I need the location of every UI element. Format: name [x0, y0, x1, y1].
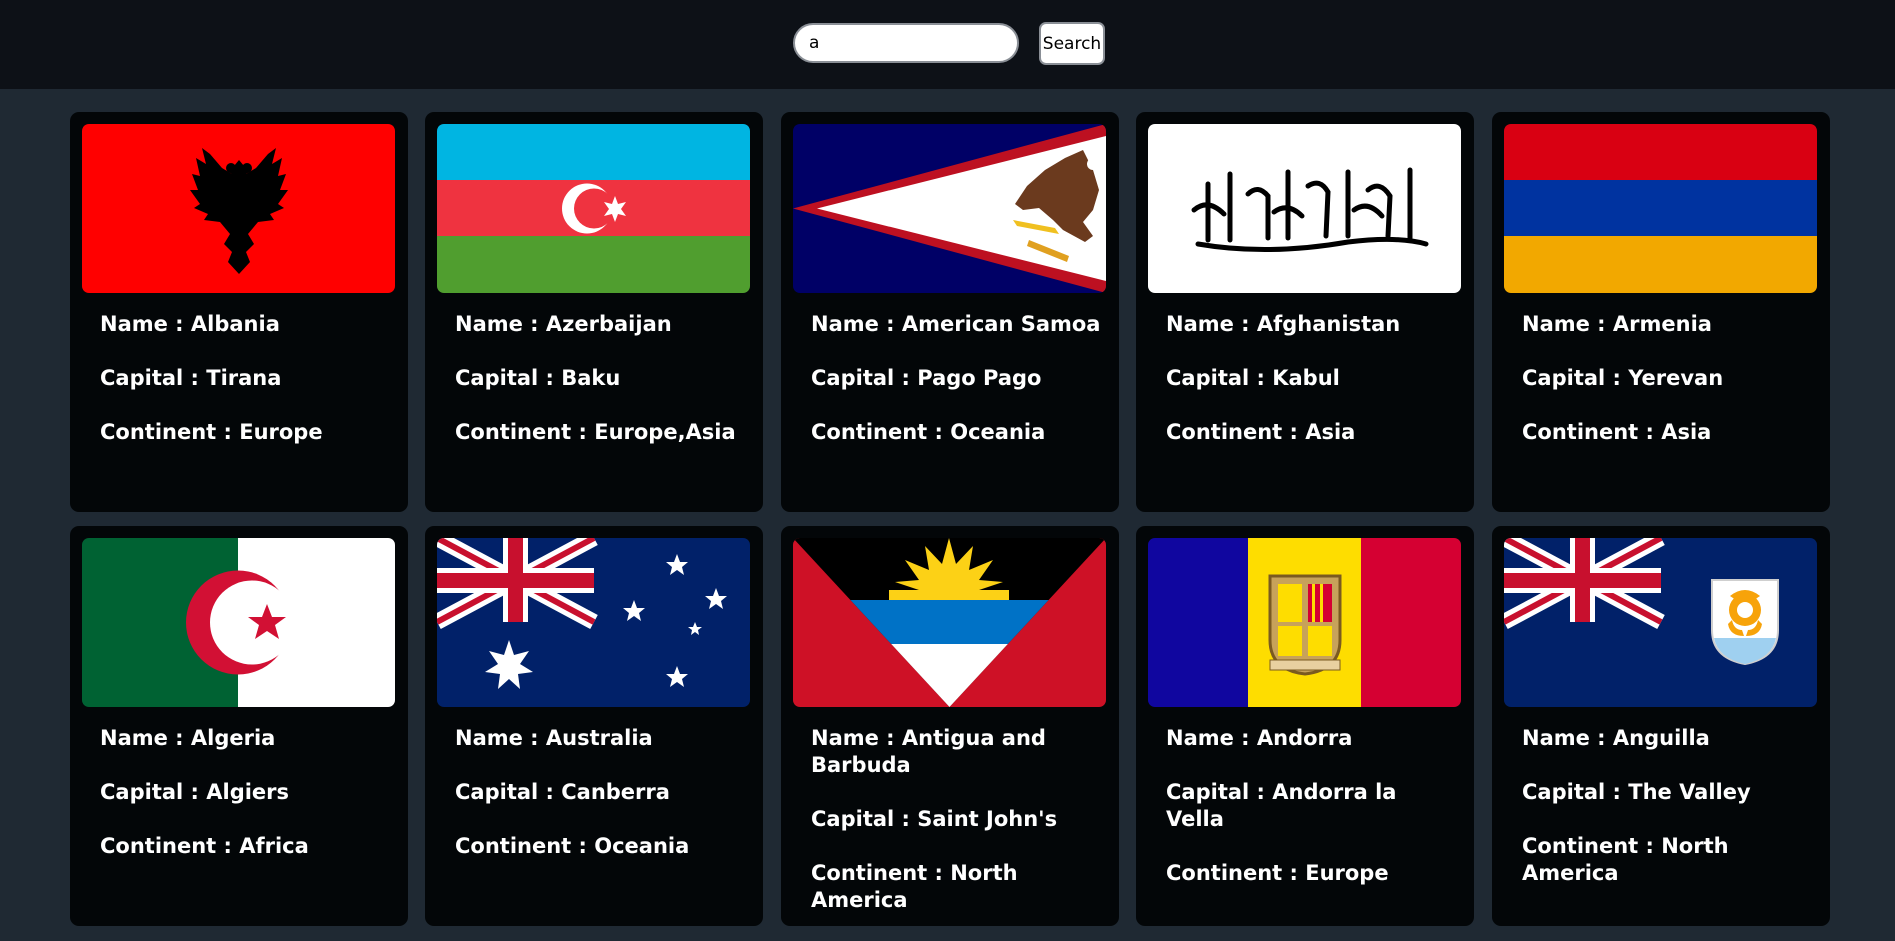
country-name: Name : Antigua and Barbuda [811, 726, 1046, 777]
andorra-flag-icon [1148, 538, 1461, 707]
country-info: Name : Albania Capital : Tirana Continen… [100, 311, 392, 473]
country-card[interactable]: Name : Albania Capital : Tirana Continen… [70, 112, 408, 512]
country-info: Name : Antigua and Barbuda Capital : Sai… [811, 725, 1103, 941]
country-continent: Continent : Europe [100, 420, 323, 444]
country-info: Name : Anguilla Capital : The Valley Con… [1522, 725, 1814, 914]
country-capital: Capital : Saint John's [811, 807, 1058, 831]
country-info: Name : Algeria Capital : Algiers Contine… [100, 725, 392, 887]
country-card[interactable]: Name : Afghanistan Capital : Kabul Conti… [1136, 112, 1474, 512]
country-card[interactable]: Name : Andorra Capital : Andorra la Vell… [1136, 526, 1474, 926]
country-capital: Capital : Yerevan [1522, 366, 1724, 390]
country-info: Name : American Samoa Capital : Pago Pag… [811, 311, 1103, 473]
country-capital: Capital : Canberra [455, 780, 670, 804]
country-continent: Continent : Oceania [811, 420, 1046, 444]
anguilla-flag-icon [1504, 538, 1817, 707]
country-capital: Capital : Andorra la Vella [1166, 780, 1397, 831]
american-samoa-flag-icon [793, 124, 1106, 293]
country-card[interactable]: Name : Azerbaijan Capital : Baku Contine… [425, 112, 763, 512]
country-capital: Capital : Baku [455, 366, 621, 390]
antigua-barbuda-flag-icon [793, 538, 1106, 707]
country-continent: Continent : Africa [100, 834, 309, 858]
country-name: Name : Algeria [100, 726, 276, 750]
country-continent: Continent : North America [811, 861, 1018, 912]
country-name: Name : Australia [455, 726, 653, 750]
country-capital: Capital : Pago Pago [811, 366, 1042, 390]
country-continent: Continent : Europe,Asia [455, 420, 736, 444]
country-info: Name : Australia Capital : Canberra Cont… [455, 725, 747, 887]
country-info: Name : Andorra Capital : Andorra la Vell… [1166, 725, 1458, 914]
australia-flag-icon [437, 538, 750, 707]
country-continent: Continent : Oceania [455, 834, 690, 858]
algeria-flag-icon [82, 538, 395, 707]
country-name: Name : Azerbaijan [455, 312, 672, 336]
country-info: Name : Armenia Capital : Yerevan Contine… [1522, 311, 1814, 473]
country-capital: Capital : Tirana [100, 366, 282, 390]
country-name: Name : Albania [100, 312, 280, 336]
afghanistan-flag-icon [1148, 124, 1461, 293]
country-card[interactable]: Name : Algeria Capital : Algiers Contine… [70, 526, 408, 926]
search-input[interactable] [793, 23, 1019, 63]
country-name: Name : Andorra [1166, 726, 1353, 750]
armenia-flag-icon [1504, 124, 1817, 293]
country-continent: Continent : Asia [1166, 420, 1356, 444]
country-name: Name : Afghanistan [1166, 312, 1401, 336]
albania-flag-icon [82, 124, 395, 293]
country-continent: Continent : Europe [1166, 861, 1389, 885]
country-card[interactable]: Name : Antigua and Barbuda Capital : Sai… [781, 526, 1119, 926]
country-card[interactable]: Name : Australia Capital : Canberra Cont… [425, 526, 763, 926]
country-card[interactable]: Name : Anguilla Capital : The Valley Con… [1492, 526, 1830, 926]
country-name: Name : American Samoa [811, 312, 1101, 336]
country-info: Name : Azerbaijan Capital : Baku Contine… [455, 311, 747, 473]
country-card[interactable]: Name : American Samoa Capital : Pago Pag… [781, 112, 1119, 512]
search-button[interactable]: Search [1039, 22, 1105, 65]
country-continent: Continent : Asia [1522, 420, 1712, 444]
country-continent: Continent : North America [1522, 834, 1729, 885]
country-capital: Capital : Kabul [1166, 366, 1340, 390]
country-name: Name : Anguilla [1522, 726, 1710, 750]
country-info: Name : Afghanistan Capital : Kabul Conti… [1166, 311, 1458, 473]
azerbaijan-flag-icon [437, 124, 750, 293]
top-search-bar: Search [0, 0, 1895, 89]
country-card[interactable]: Name : Armenia Capital : Yerevan Contine… [1492, 112, 1830, 512]
country-name: Name : Armenia [1522, 312, 1712, 336]
country-capital: Capital : Algiers [100, 780, 290, 804]
country-capital: Capital : The Valley [1522, 780, 1751, 804]
